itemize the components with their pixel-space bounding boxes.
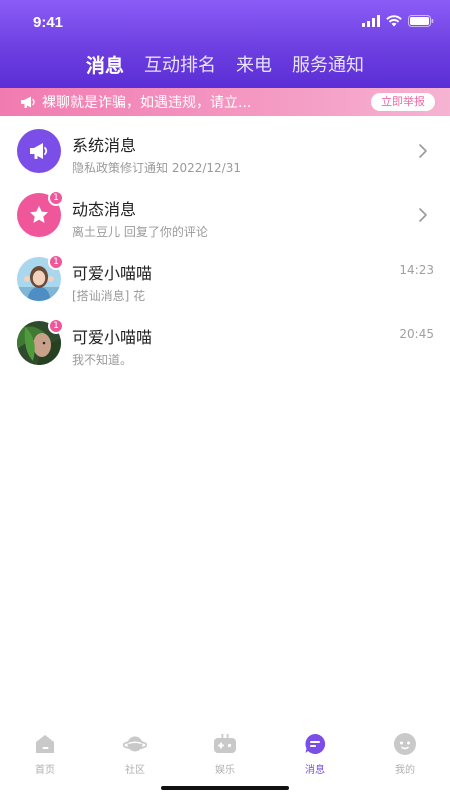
system-avatar [17, 129, 61, 173]
tabbar-item-entertainment[interactable]: 娱乐 [180, 724, 270, 784]
signal-icon [362, 15, 380, 27]
tabbar-label: 消息 [305, 765, 325, 776]
home-indicator [161, 786, 289, 790]
battery-icon [408, 15, 434, 27]
profile-icon [394, 733, 416, 755]
list-item-chat[interactable]: 1 可爱小喵喵 我不知道。 20:45 [0, 310, 450, 374]
tabbar-label: 社区 [125, 765, 145, 776]
megaphone-icon [30, 143, 48, 159]
megaphone-icon [21, 96, 35, 108]
unread-badge: 1 [48, 190, 64, 206]
status-icons [362, 15, 434, 27]
planet-icon [123, 736, 147, 752]
list-item-system-messages[interactable]: 系统消息 隐私政策修订通知 2022/12/31 [0, 118, 450, 182]
status-bar: 9:41 [0, 0, 450, 44]
tab-service-notifications[interactable]: 服务通知 [292, 52, 364, 82]
list-item-activity-messages[interactable]: 1 动态消息 离土豆儿 回复了你的评论 [0, 182, 450, 246]
item-time: 20:45 [399, 327, 434, 341]
tabbar-label: 娱乐 [215, 765, 235, 776]
tab-calls[interactable]: 来电 [236, 52, 272, 82]
warning-banner: 裸聊就是诈骗，如遇违规，请立... 立即举报 [0, 88, 450, 116]
item-title: 可爱小喵喵 [72, 328, 153, 347]
tabbar-label: 首页 [35, 765, 55, 776]
gamepad-icon [214, 734, 236, 753]
tabbar-item-profile[interactable]: 我的 [360, 724, 450, 784]
warning-text: 裸聊就是诈骗，如遇违规，请立... [42, 95, 252, 111]
list-item-chat[interactable]: 1 可爱小喵喵 [搭讪消息] 花 14:23 [0, 246, 450, 310]
tabbar-item-messages[interactable]: 消息 [270, 724, 360, 784]
tabbar-item-home[interactable]: 首页 [0, 724, 90, 784]
message-list: 系统消息 隐私政策修订通知 2022/12/31 1 动态消息 离土豆儿 回复了… [0, 118, 450, 374]
status-time: 9:41 [33, 14, 64, 31]
item-subtitle: 隐私政策修订通知 2022/12/31 [72, 161, 241, 175]
item-subtitle: 离土豆儿 回复了你的评论 [72, 225, 208, 239]
item-subtitle: [搭讪消息] 花 [72, 289, 146, 303]
item-subtitle: 我不知道。 [72, 353, 133, 367]
report-button[interactable]: 立即举报 [371, 93, 435, 111]
wifi-icon [386, 15, 402, 27]
star-icon [30, 205, 48, 223]
tabbar-item-community[interactable]: 社区 [90, 724, 180, 784]
bottom-tab-bar: 首页 社区 娱乐 消息 我的 [0, 724, 450, 784]
tab-messages[interactable]: 消息 [86, 52, 124, 82]
item-title: 可爱小喵喵 [72, 264, 153, 283]
item-title: 系统消息 [72, 136, 137, 155]
header: 9:41 消息 互动排名 来电 服务通知 [0, 0, 450, 88]
message-icon [305, 733, 326, 754]
top-tabs: 消息 互动排名 来电 服务通知 [0, 52, 450, 82]
tabbar-label: 我的 [395, 765, 415, 776]
item-title: 动态消息 [72, 200, 137, 219]
chevron-right-icon [419, 208, 427, 222]
chevron-right-icon [419, 144, 427, 158]
tab-interaction-ranking[interactable]: 互动排名 [144, 52, 216, 82]
item-time: 14:23 [399, 263, 434, 277]
activity-avatar: 1 [17, 190, 64, 237]
avatar: 1 [17, 318, 64, 365]
unread-badge: 1 [48, 318, 64, 334]
home-icon [36, 735, 54, 753]
avatar: 1 [17, 254, 64, 301]
unread-badge: 1 [48, 254, 64, 270]
